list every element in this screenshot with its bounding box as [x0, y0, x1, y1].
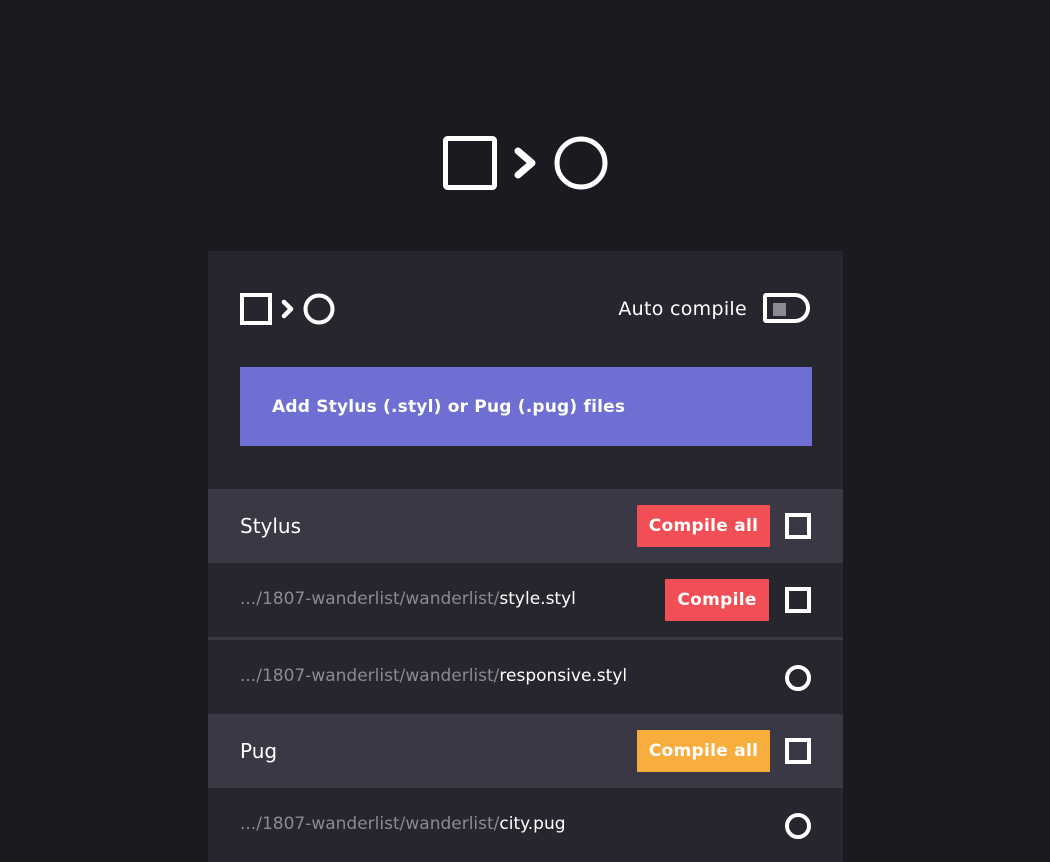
chevron-right-icon — [281, 299, 294, 319]
file-status-circle[interactable] — [785, 665, 811, 691]
compile-all-button[interactable]: Compile all — [637, 505, 770, 547]
group-header-stylus: Stylus Compile all — [208, 489, 843, 563]
file-status-circle[interactable] — [785, 813, 811, 839]
square-icon — [240, 293, 272, 325]
file-row: .../1807-wanderlist/wanderlist/style.sty… — [208, 563, 843, 637]
group-checkbox[interactable] — [785, 738, 811, 764]
square-icon — [443, 136, 497, 190]
app-logo — [443, 136, 608, 190]
file-path: .../1807-wanderlist/wanderlist/responsiv… — [240, 665, 627, 687]
file-name: city.pug — [499, 814, 566, 834]
file-path: .../1807-wanderlist/wanderlist/city.pug — [240, 813, 566, 835]
toggle-knob — [773, 303, 786, 316]
file-name: style.styl — [499, 589, 576, 609]
group-checkbox[interactable] — [785, 513, 811, 539]
file-dir: .../1807-wanderlist/wanderlist/ — [240, 666, 500, 686]
panel-header: Auto compile — [208, 251, 843, 366]
file-dir: .../1807-wanderlist/wanderlist/ — [240, 589, 500, 609]
file-name: responsive.styl — [499, 666, 628, 686]
auto-compile-toggle[interactable] — [763, 293, 810, 323]
file-dir: .../1807-wanderlist/wanderlist/ — [240, 814, 500, 834]
circle-icon — [303, 293, 335, 325]
circle-icon — [554, 136, 608, 190]
chevron-right-icon — [514, 147, 536, 179]
panel-logo — [240, 293, 335, 325]
file-row: .../1807-wanderlist/wanderlist/city.pug — [208, 788, 843, 862]
file-row: .../1807-wanderlist/wanderlist/responsiv… — [208, 640, 843, 714]
group-title: Stylus — [240, 514, 302, 538]
group-header-pug: Pug Compile all — [208, 714, 843, 788]
auto-compile-label: Auto compile — [618, 298, 747, 320]
group-title: Pug — [240, 739, 278, 763]
add-files-button[interactable]: Add Stylus (.styl) or Pug (.pug) files — [240, 367, 812, 446]
compiler-panel: Auto compile Add Stylus (.styl) or Pug (… — [208, 251, 843, 862]
compile-button[interactable]: Compile — [665, 579, 769, 621]
file-path: .../1807-wanderlist/wanderlist/style.sty… — [240, 588, 576, 610]
compile-all-button[interactable]: Compile all — [637, 730, 770, 772]
file-checkbox[interactable] — [785, 587, 811, 613]
